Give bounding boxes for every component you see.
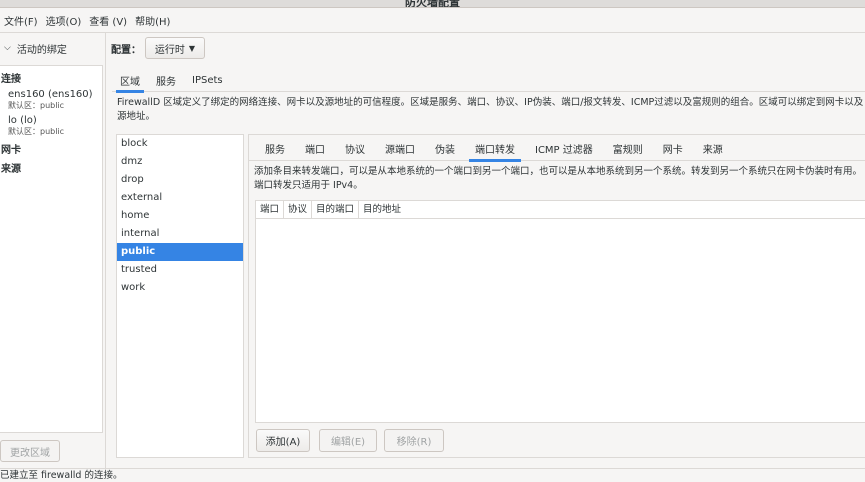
zone-tabs: 服务 端口 协议 源端口 伪装 端口转发 ICMP 过滤器 富规则 网卡 来源 — [249, 135, 865, 162]
status-bar: 已建立至 firewalld 的连接。 — [0, 468, 865, 482]
zone-item-drop[interactable]: drop — [117, 171, 243, 189]
tab-zone-protocols[interactable]: 协议 — [335, 135, 375, 161]
connection-item-lo[interactable]: lo (lo) 默认区：public — [0, 113, 102, 139]
tab-zones[interactable]: 区域 — [112, 68, 148, 93]
chevron-down-icon: ⌵ — [4, 43, 11, 53]
config-row: 配置： 运行时 ▼ — [111, 33, 205, 63]
column-port[interactable]: 端口 — [256, 201, 285, 218]
tab-zone-icmp-filter[interactable]: ICMP 过滤器 — [525, 135, 603, 161]
zone-item-work[interactable]: work — [117, 279, 243, 297]
zone-item-dmz[interactable]: dmz — [117, 153, 243, 171]
tab-zone-masquerade[interactable]: 伪装 — [425, 135, 465, 161]
connection-name: lo (lo) — [8, 115, 37, 126]
config-dropdown[interactable]: 运行时 ▼ — [145, 37, 205, 59]
bindings-list: 连接 ens160 (ens160) 默认区：public lo (lo) 默认… — [0, 65, 103, 433]
config-label: 配置： — [111, 44, 141, 56]
connection-item-ens160[interactable]: ens160 (ens160) 默认区：public — [0, 87, 102, 113]
title-bar: 防火墙配置 — [0, 0, 865, 8]
connection-name: ens160 (ens160) — [8, 89, 93, 100]
zone-settings-panel: 服务 端口 协议 源端口 伪装 端口转发 ICMP 过滤器 富规则 网卡 来源 … — [248, 134, 865, 458]
menu-view[interactable]: 查看 (V) — [85, 13, 131, 28]
nic-category: 网卡 — [1, 145, 21, 156]
zone-item-home[interactable]: home — [117, 207, 243, 225]
tab-zone-ports[interactable]: 端口 — [295, 135, 335, 161]
top-tabs: 区域 服务 IPSets — [112, 68, 865, 93]
source-category: 来源 — [1, 164, 21, 175]
window-title: 防火墙配置 — [405, 0, 460, 8]
menu-options[interactable]: 选项(O) — [42, 13, 86, 28]
remove-button[interactable]: 移除(R) — [384, 429, 444, 452]
dropdown-arrow-icon: ▼ — [188, 43, 196, 53]
zone-item-trusted[interactable]: trusted — [117, 261, 243, 279]
tab-zone-interfaces[interactable]: 网卡 — [653, 135, 693, 161]
tab-zone-services[interactable]: 服务 — [255, 135, 295, 161]
change-zone-button[interactable]: 更改区域 — [0, 440, 60, 462]
column-protocol[interactable]: 协议 — [284, 201, 313, 218]
connection-zone: 默认区：public — [8, 101, 65, 110]
active-bindings-label: 活动的绑定 — [16, 44, 67, 56]
port-forward-table[interactable]: 端口 协议 目的端口 目的地址 — [255, 200, 865, 423]
zone-description: FirewallD 区域定义了绑定的网络连接、网卡以及源地址的可信程度。区域是服… — [117, 97, 864, 122]
connection-zone: 默认区：public — [8, 127, 65, 136]
tab-zone-rich-rules[interactable]: 富规则 — [603, 135, 653, 161]
zone-item-block[interactable]: block — [117, 135, 243, 153]
tab-ipsets[interactable]: IPSets — [184, 68, 231, 92]
table-header: 端口 协议 目的端口 目的地址 — [256, 201, 865, 219]
port-forward-description: 添加条目来转发端口，可以是从本地系统的一个端口到另一个端口，也可以是从本地系统到… — [254, 166, 863, 191]
column-to-address[interactable]: 目的地址 — [359, 201, 405, 218]
zone-item-internal[interactable]: internal — [117, 225, 243, 243]
menu-help[interactable]: 帮助(H) — [131, 13, 174, 28]
edit-button[interactable]: 编辑(E) — [319, 429, 377, 452]
tab-zone-source-ports[interactable]: 源端口 — [375, 135, 425, 161]
column-to-port[interactable]: 目的端口 — [312, 201, 360, 218]
add-button[interactable]: 添加(A) — [256, 429, 310, 452]
tab-zone-port-forwarding[interactable]: 端口转发 — [465, 135, 525, 162]
active-bindings-sidebar: ⌵ 活动的绑定 连接 ens160 (ens160) 默认区：public lo… — [0, 33, 106, 468]
tab-zone-sources[interactable]: 来源 — [693, 135, 733, 161]
tab-services[interactable]: 服务 — [148, 68, 184, 92]
menu-file[interactable]: 文件(F) — [0, 13, 42, 28]
menu-bar: 文件(F) 选项(O) 查看 (V) 帮助(H) — [0, 9, 865, 33]
zone-item-public[interactable]: public — [117, 243, 243, 261]
active-bindings-header[interactable]: ⌵ 活动的绑定 — [0, 33, 105, 63]
zone-item-external[interactable]: external — [117, 189, 243, 207]
config-value: 运行时 — [154, 44, 185, 56]
connections-category: 连接 — [1, 74, 21, 85]
zone-list: block dmz drop external home internal pu… — [116, 134, 244, 458]
